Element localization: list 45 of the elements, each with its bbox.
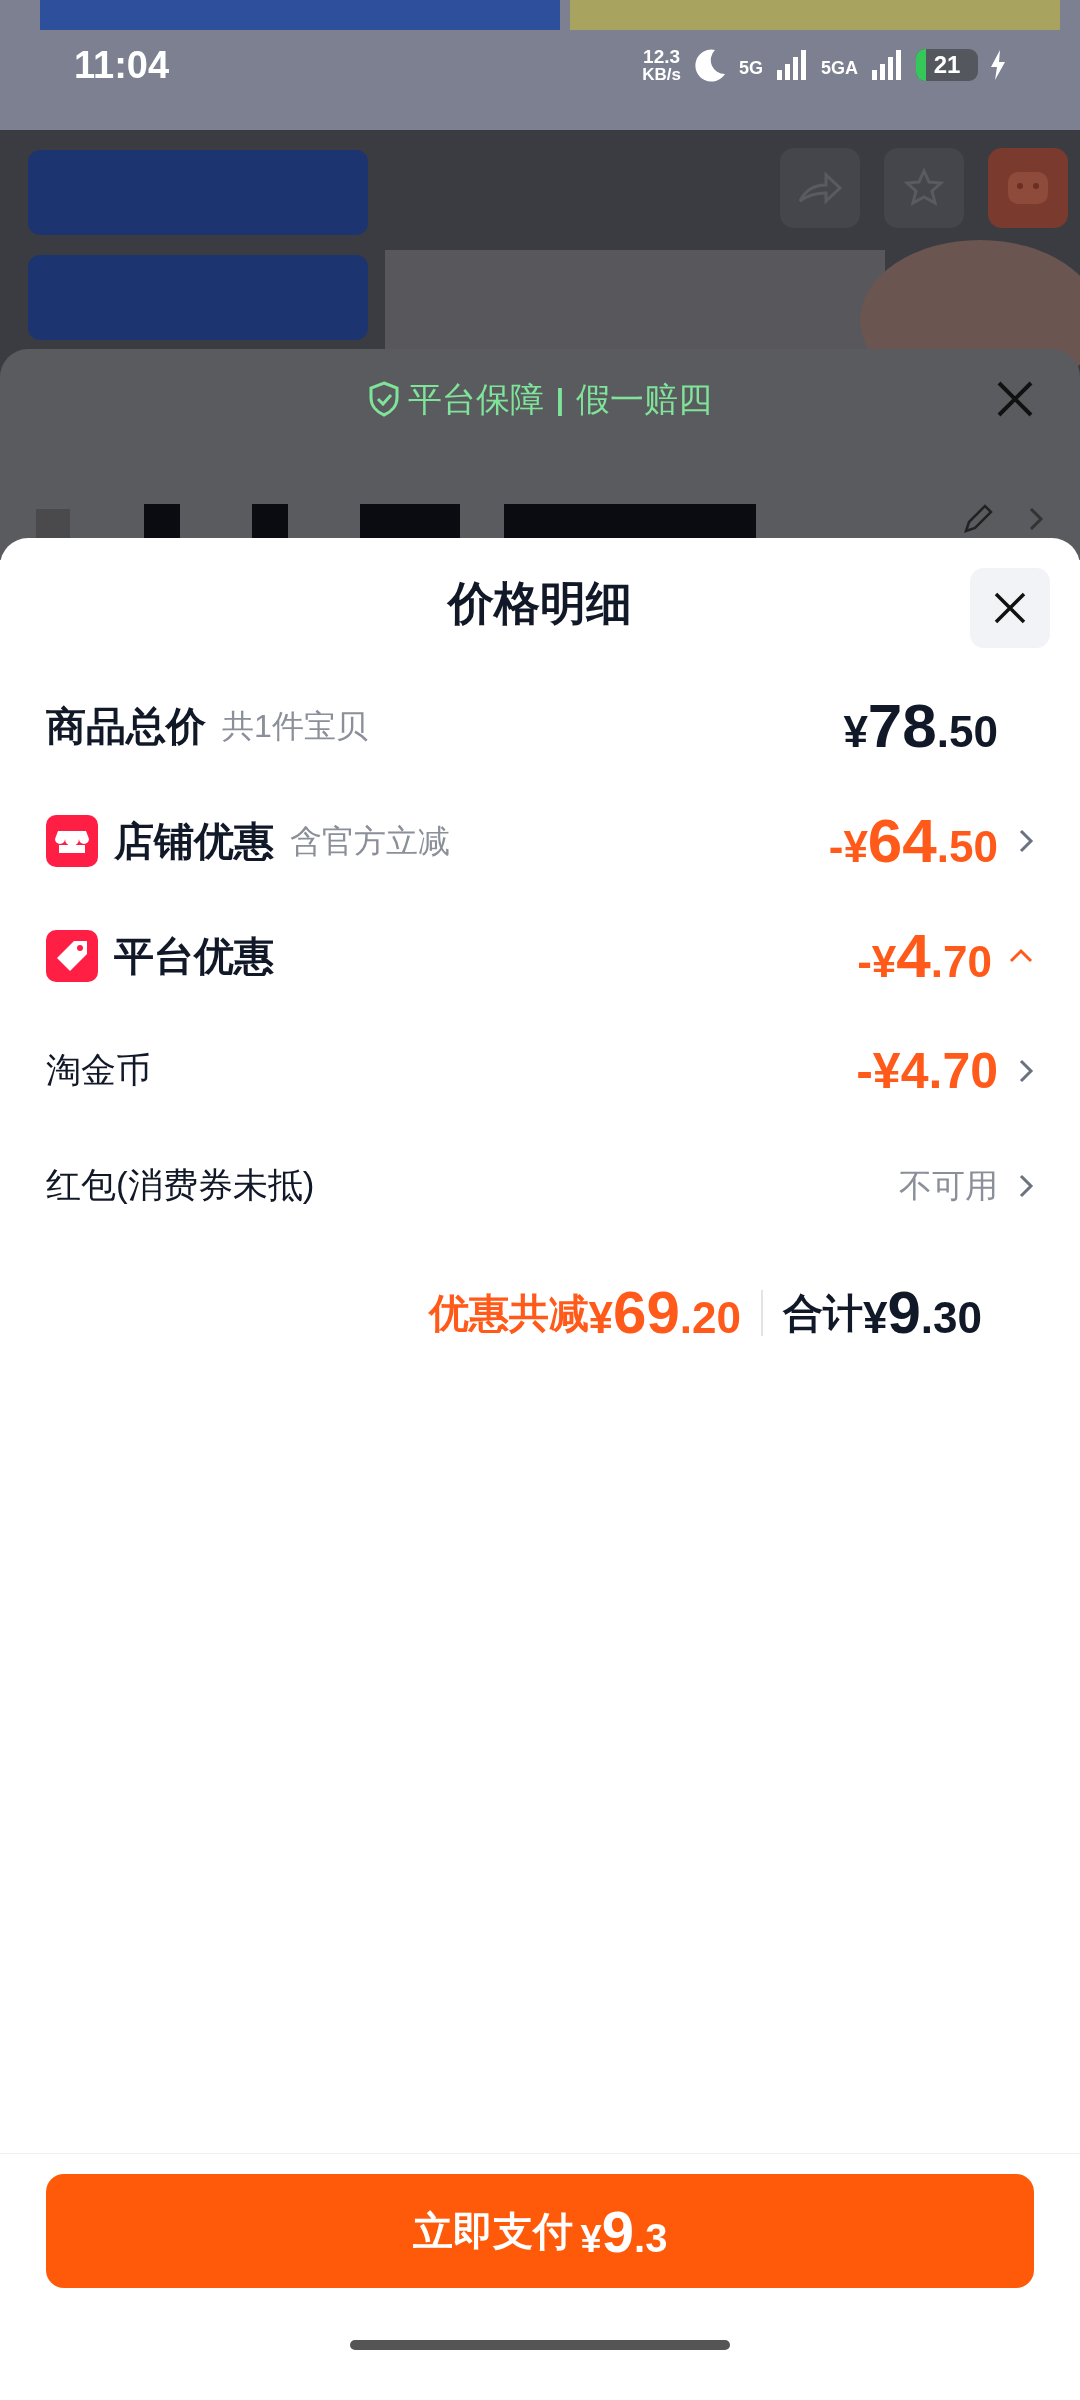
signal-icon [870,48,904,82]
moon-icon [692,48,727,82]
row-amount: -¥4.70 [857,924,992,987]
network-label: 5GA [821,57,858,80]
favorite-button[interactable] [884,148,964,228]
chat-button[interactable] [988,148,1068,228]
row-amount: -¥64.50 [828,809,998,872]
row-label: 淘金币 [46,1049,151,1092]
close-icon[interactable] [996,380,1034,418]
charging-icon [990,50,1006,80]
shield-check-icon [367,381,400,417]
sheet-title: 价格明细 [448,575,632,631]
discount-total-label: 优惠共减 [428,1290,589,1337]
separator: | [555,381,565,418]
row-label: 平台优惠 [114,932,274,980]
tag-icon [46,929,98,982]
chevron-right-icon [1018,1057,1034,1084]
signal-icon [775,48,809,82]
row-amount: -¥4.70 [856,1045,998,1096]
row-label: 商品总价 [46,702,206,750]
total-label: 合计 [782,1290,863,1337]
close-icon [993,591,1027,625]
chevron-right-icon [1018,1172,1034,1199]
chevron-right-icon [1028,506,1044,532]
guarantee-label: 平台保障 [407,378,544,420]
battery-indicator: 21 [916,49,978,81]
close-button[interactable] [970,568,1050,648]
speed-unit: KB/s [642,66,681,83]
row-label: 红包(消费券未抵) [46,1164,315,1207]
chevron-right-icon [1018,827,1034,854]
total-amount: ¥9.30 [862,1283,982,1343]
row-note: 含官方立减 [290,821,450,861]
chat-icon [1006,170,1050,206]
status-time: 11:04 [74,42,170,88]
guarantee-detail: 假一赔四 [576,378,713,420]
pay-button[interactable]: 立即支付 ¥9.3 [46,2174,1034,2288]
row-note: 共1件宝贝 [222,706,368,746]
network-speed: 12.3 [643,47,681,66]
share-button[interactable] [780,148,860,228]
row-amount: ¥78.50 [843,694,998,757]
shop-icon [46,814,98,867]
row-status: 不可用 [899,1165,998,1206]
discount-total-amount: ¥69.20 [588,1283,741,1343]
row-label: 店铺优惠 [114,817,274,865]
network-label: 5G [738,57,763,80]
